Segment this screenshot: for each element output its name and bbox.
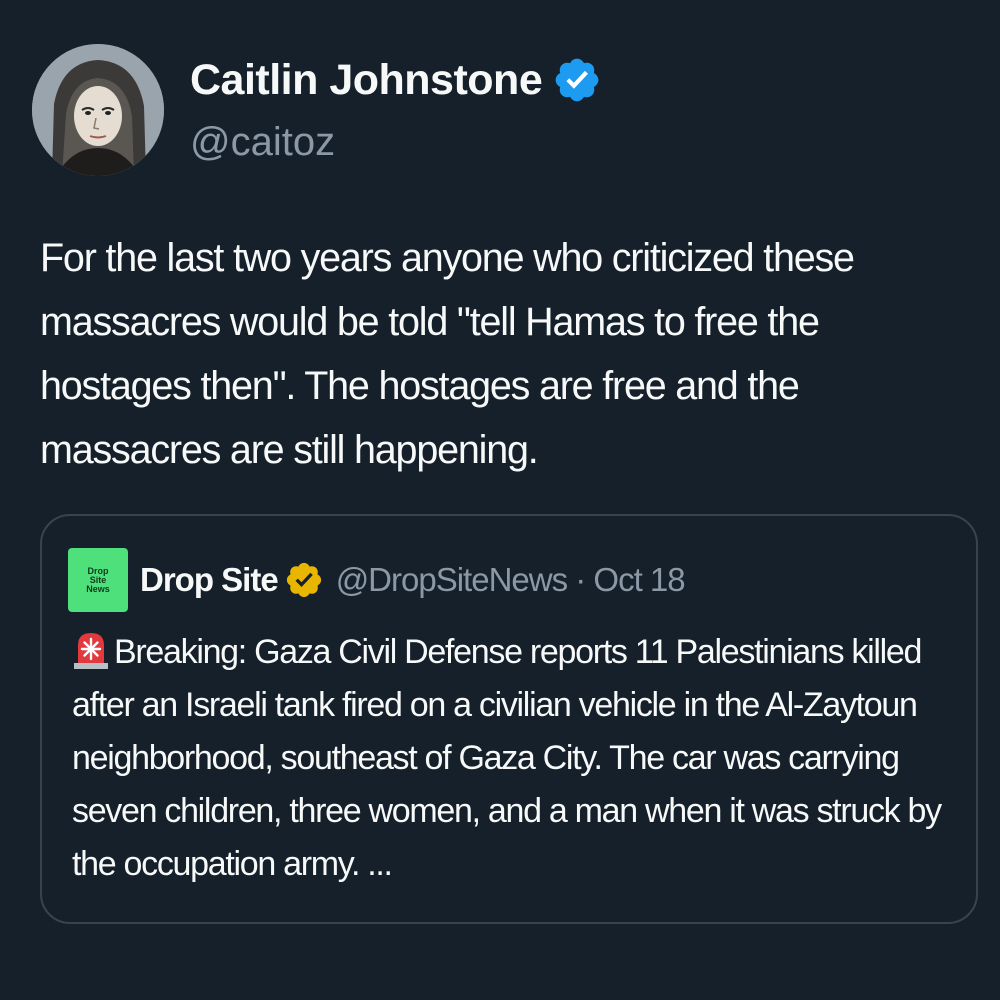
quoted-display-name[interactable]: Drop Site [140,561,279,599]
tweet-text: For the last two years anyone who critic… [40,236,855,472]
author-display-name[interactable]: Caitlin Johnstone [190,56,543,105]
tweet: Caitlin Johnstone @caitoz For the last t… [0,0,1000,1000]
quoted-handle-and-date[interactable]: @DropSiteNews · Oct 18 [336,561,686,599]
quoted-tweet-header: Drop Site News Drop Site @DropSiteNews ·… [68,548,686,612]
avatar-portrait-image [32,44,164,176]
verified-badge-icon[interactable] [552,55,602,105]
avatar-logo-text: News [86,583,110,594]
quoted-tweet-text: Breaking: Gaza Civil Defense reports 11 … [72,633,942,883]
police-siren-icon [72,629,110,669]
author-handle[interactable]: @caitoz [190,120,335,165]
drop-site-avatar[interactable]: Drop Site News [68,548,128,612]
gold-verified-badge-icon[interactable] [284,560,324,600]
quoted-tweet-card[interactable]: Drop Site News Drop Site @DropSiteNews ·… [40,514,978,924]
quoted-tweet-text-container: Breaking: Gaza Civil Defense reports 11 … [72,626,962,891]
author-avatar[interactable] [32,44,164,176]
author-name-row: Caitlin Johnstone [190,52,602,108]
